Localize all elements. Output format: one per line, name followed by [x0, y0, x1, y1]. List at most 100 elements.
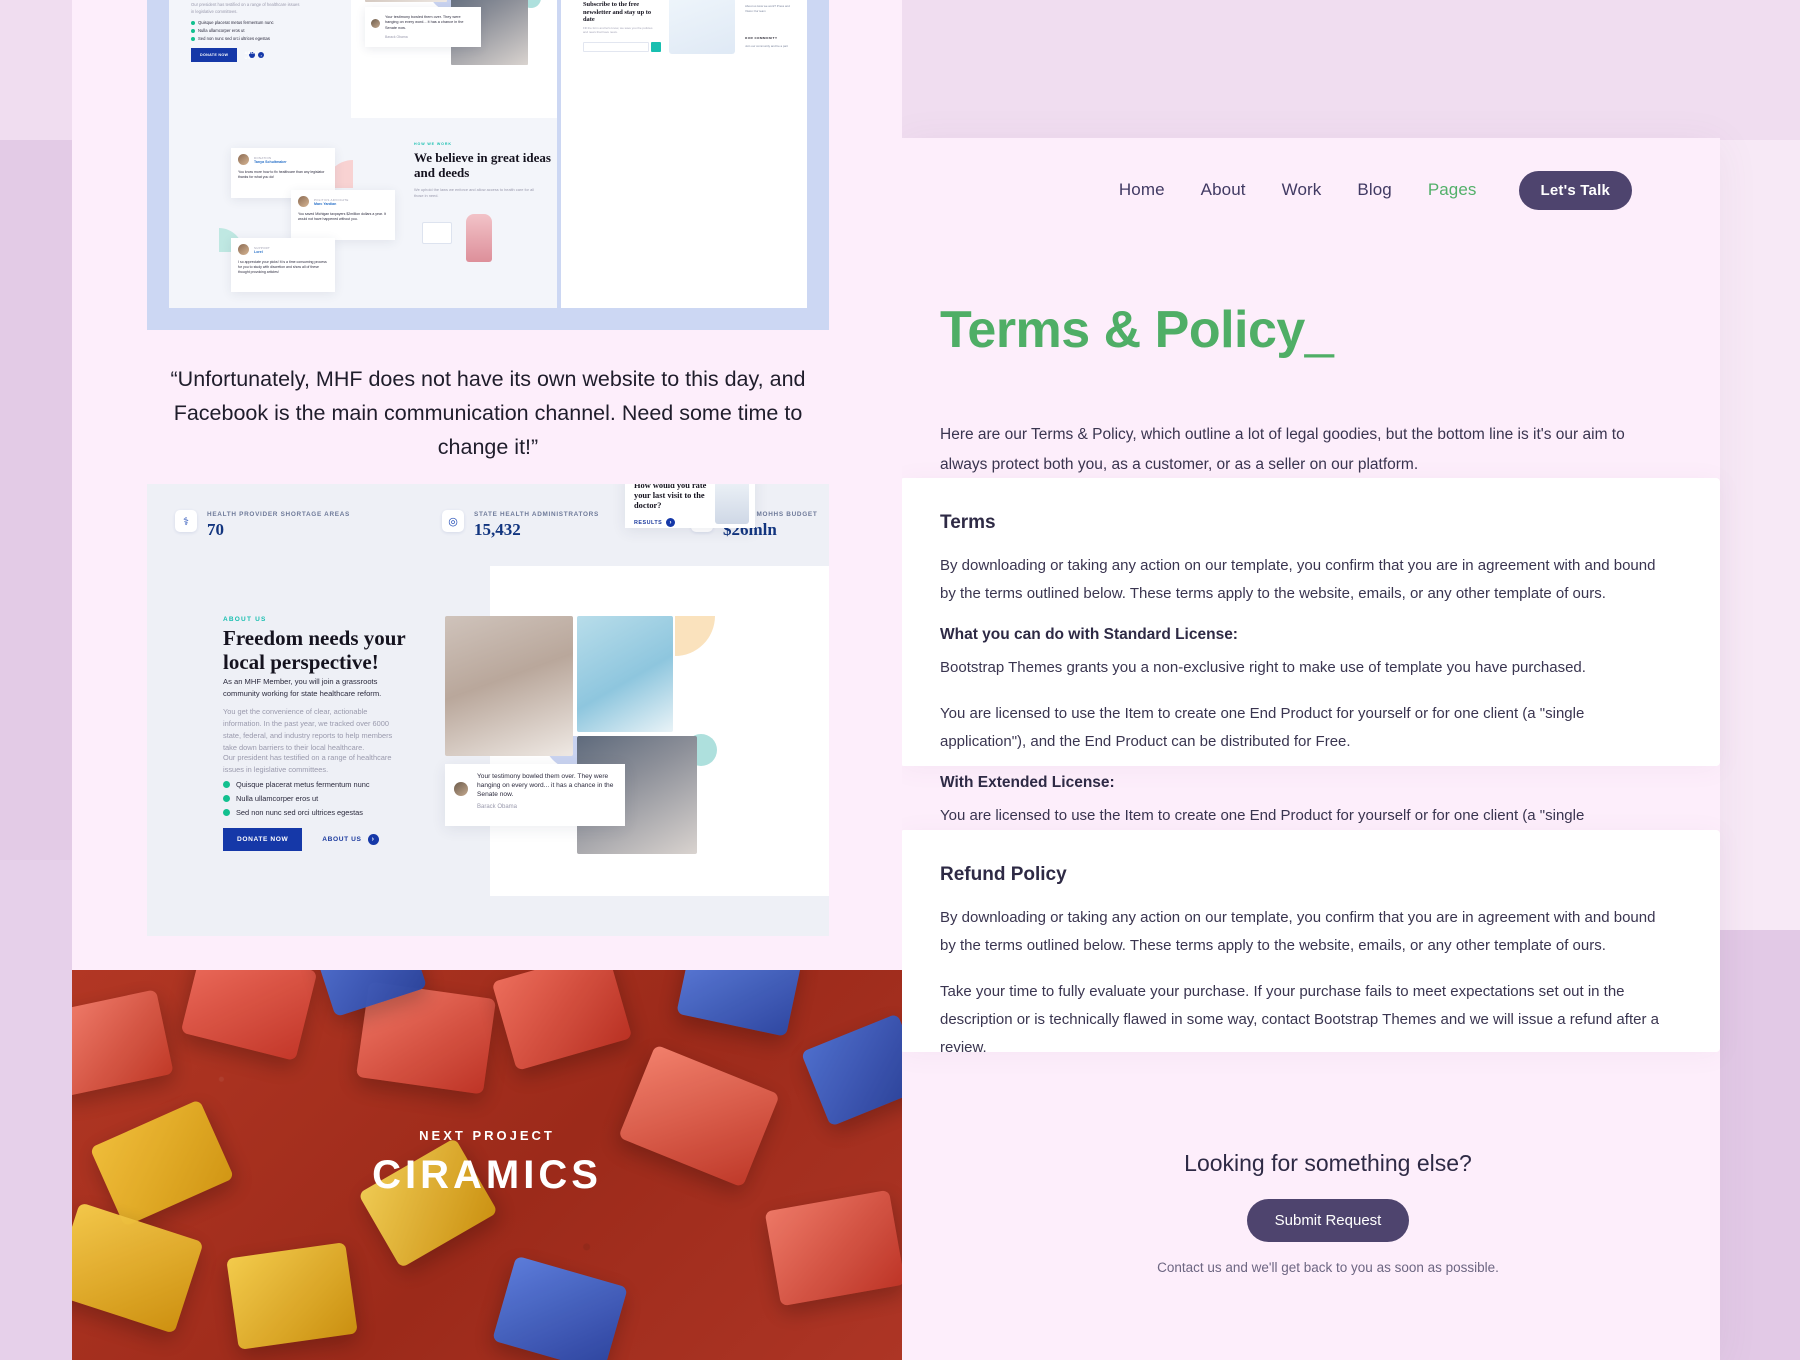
review-card-header: POLITICS ADVOCATE Marc Yardian — [298, 196, 388, 207]
mockup-button-row: DONATE NOW ABOUT US › — [191, 48, 265, 62]
nav-link-blog[interactable]: Blog — [1357, 180, 1391, 200]
mockup-screen-about: ⚕ HEALTH PROVIDER SHORTAGE AREAS 70 ◎ ST… — [169, 0, 557, 308]
standard-license-heading: What you can do with Standard License: — [940, 626, 1238, 643]
we-believe-block: HOW WE WORK We believe in great ideas an… — [414, 142, 557, 262]
list-item: Sed non nunc sed orci ultrices egestas — [191, 36, 274, 41]
list-item: Sed non nunc sed orci ultrices egestas — [223, 808, 370, 817]
we-believe-text: We uphold the laws we enforce and allow … — [414, 187, 534, 198]
photo-doctor-female — [577, 616, 673, 732]
bullet-text: Sed non nunc sed orci ultrices egestas — [198, 36, 270, 41]
arrow-right-icon: › — [367, 834, 379, 845]
stat-item: ◎ STATE HEALTH ADMINISTRATORS 15,432 — [442, 510, 599, 540]
about-bullet-list: Quisque placerat metus fermentum nunc Nu… — [223, 780, 370, 822]
newsletter-email-input — [583, 42, 649, 52]
standard-license-text-2: You are licensed to use the Item to crea… — [940, 705, 1585, 750]
page-title: Terms & Policy_ — [900, 300, 1720, 360]
newsletter-illustration — [669, 0, 735, 54]
about-lead: As an MHF Member, you will join a grassr… — [223, 677, 382, 698]
contact-cta-section: Looking for something else? Submit Reque… — [900, 1150, 1720, 1275]
check-icon — [191, 36, 195, 41]
footer-column-about: ABOUT US About us How we work? Press and… — [745, 0, 795, 14]
check-icon — [223, 809, 230, 816]
testimonial-card: Your testimony bowled them over. They we… — [445, 764, 625, 826]
lets-talk-button[interactable]: Let's Talk — [1518, 170, 1632, 210]
rate-visit-title: How would you rate your last visit to th… — [634, 484, 707, 510]
footer-column-community: OUR COMMUNITY Join our community and be … — [745, 36, 788, 49]
list-item: Nulla ullamcorper eros ut — [191, 28, 274, 33]
case-study-quote: “Unfortunately, MHF does not have its ow… — [170, 367, 806, 459]
we-believe-illustration — [414, 210, 534, 266]
bullet-text: Quisque placerat metus fermentum nunc — [198, 20, 274, 25]
newsletter-section: NEWSLETTER Subscribe to the free newslet… — [573, 0, 795, 62]
doctor-illustration — [715, 484, 749, 524]
footer-column-items: About us How we work? Press and Vision O… — [745, 4, 790, 13]
terms-heading: Terms — [940, 512, 996, 533]
newsletter-heading: Subscribe to the free newsletter and sta… — [583, 1, 652, 23]
mockup-board-bottom: ⚕ HEALTH PROVIDER SHORTAGE AREAS 70 ◎ ST… — [147, 484, 829, 936]
review-card: SUPPORT Lorel I so appreciate your picks… — [231, 238, 335, 292]
about-button-row: DONATE NOW ABOUT US › — [223, 828, 379, 851]
avatar — [454, 782, 468, 796]
page-title-text: Terms & Policy — [940, 301, 1305, 359]
stethoscope-icon: ⚕ — [175, 510, 197, 532]
review-name: Marc Yardian — [314, 201, 337, 206]
mockup-donate-button: DONATE NOW — [191, 48, 238, 62]
refund-policy-card: Refund Policy By downloading or taking a… — [900, 830, 1720, 1056]
megaphone-icon — [422, 222, 452, 244]
policy-intro-text: Here are our Terms & Policy, which outli… — [940, 426, 1625, 473]
testimonial-text: Your testimony bowled them over. They we… — [477, 773, 614, 798]
footer-column-title: OUR COMMUNITY — [745, 36, 778, 40]
extended-license-heading: With Extended License: — [940, 774, 1115, 791]
review-text: I so appreciate your picks! It is a time… — [238, 260, 327, 274]
review-text: You know more how to fix healthcare than… — [238, 170, 325, 179]
avatar — [298, 196, 309, 207]
next-project-title: CIRAMICS — [372, 1153, 602, 1197]
review-name: Lorel — [254, 249, 263, 254]
nav-link-pages[interactable]: Pages — [1428, 180, 1477, 200]
stat-value: 15,432 — [474, 520, 521, 539]
cup-yellow-3 — [226, 1242, 358, 1350]
next-project-section[interactable]: NEXT PROJECT CIRAMICS — [72, 970, 902, 1360]
mockup-screen-blog: BLOG & NEWS Follow the latest articles &… — [561, 0, 807, 308]
we-believe-heading: We believe in great ideas and deeds — [414, 150, 551, 180]
bullet-text: Nulla ullamcorper eros ut — [198, 28, 245, 33]
review-role: POLITICS ADVOCATE — [314, 197, 349, 202]
person-illustration — [466, 214, 492, 262]
nav-link-about[interactable]: About — [1201, 180, 1246, 200]
nav-link-home[interactable]: Home — [1119, 180, 1165, 200]
avatar — [238, 154, 249, 165]
review-card-header: SUPPORT Lorel — [238, 244, 328, 255]
check-icon — [191, 28, 195, 33]
photo-doctors — [365, 0, 447, 2]
shield-icon: ◎ — [442, 510, 465, 532]
mockup-testimonial-card: Your testimony bowled them over. They we… — [365, 7, 481, 47]
submit-request-button[interactable]: Submit Request — [1246, 1199, 1410, 1242]
refund-heading: Refund Policy — [940, 864, 1067, 885]
bullet-text: Quisque placerat metus fermentum nunc — [236, 780, 370, 789]
standard-license-text-1: Bootstrap Themes grants you a non-exclus… — [940, 659, 1586, 676]
testimonial-author: Barack Obama — [385, 35, 408, 39]
donate-now-button: DONATE NOW — [223, 828, 303, 851]
list-item: Quisque placerat metus fermentum nunc — [191, 20, 274, 25]
next-project-label: NEXT PROJECT CIRAMICS — [72, 1128, 902, 1198]
check-icon — [191, 20, 195, 25]
review-text: You saved Michigan taxpayers $2million d… — [298, 212, 386, 221]
mockup-about-button-label: ABOUT US — [244, 50, 261, 60]
mockup-review-cards: DONATION Tanya Schultmaker You know more… — [213, 148, 413, 308]
stat-value: 70 — [207, 520, 224, 539]
mockup-about-button: ABOUT US › — [244, 50, 265, 60]
review-role: SUPPORT — [254, 245, 271, 250]
nav-link-work[interactable]: Work — [1282, 180, 1322, 200]
stat-label: STATE HEALTH ADMINISTRATORS — [474, 511, 599, 518]
avatar — [238, 244, 249, 255]
avatar — [371, 19, 380, 28]
list-item: Quisque placerat metus fermentum nunc — [223, 780, 370, 789]
about-us-label: ABOUT US — [322, 836, 362, 843]
about-heading: Freedom needs your local perspective! — [223, 626, 406, 674]
mockup-photo-grid: Your testimony bowled them over. They we… — [365, 0, 541, 68]
mockup-bullet-list: Quisque placerat metus fermentum nunc Nu… — [191, 20, 274, 44]
stat-item: ⚕ HEALTH PROVIDER SHORTAGE AREAS 70 — [175, 510, 350, 540]
refund-paragraph-1: By downloading or taking any action on o… — [940, 909, 1656, 954]
rate-visit-card: How would you rate your last visit to th… — [625, 484, 755, 528]
testimonial-author: Barack Obama — [477, 804, 518, 810]
